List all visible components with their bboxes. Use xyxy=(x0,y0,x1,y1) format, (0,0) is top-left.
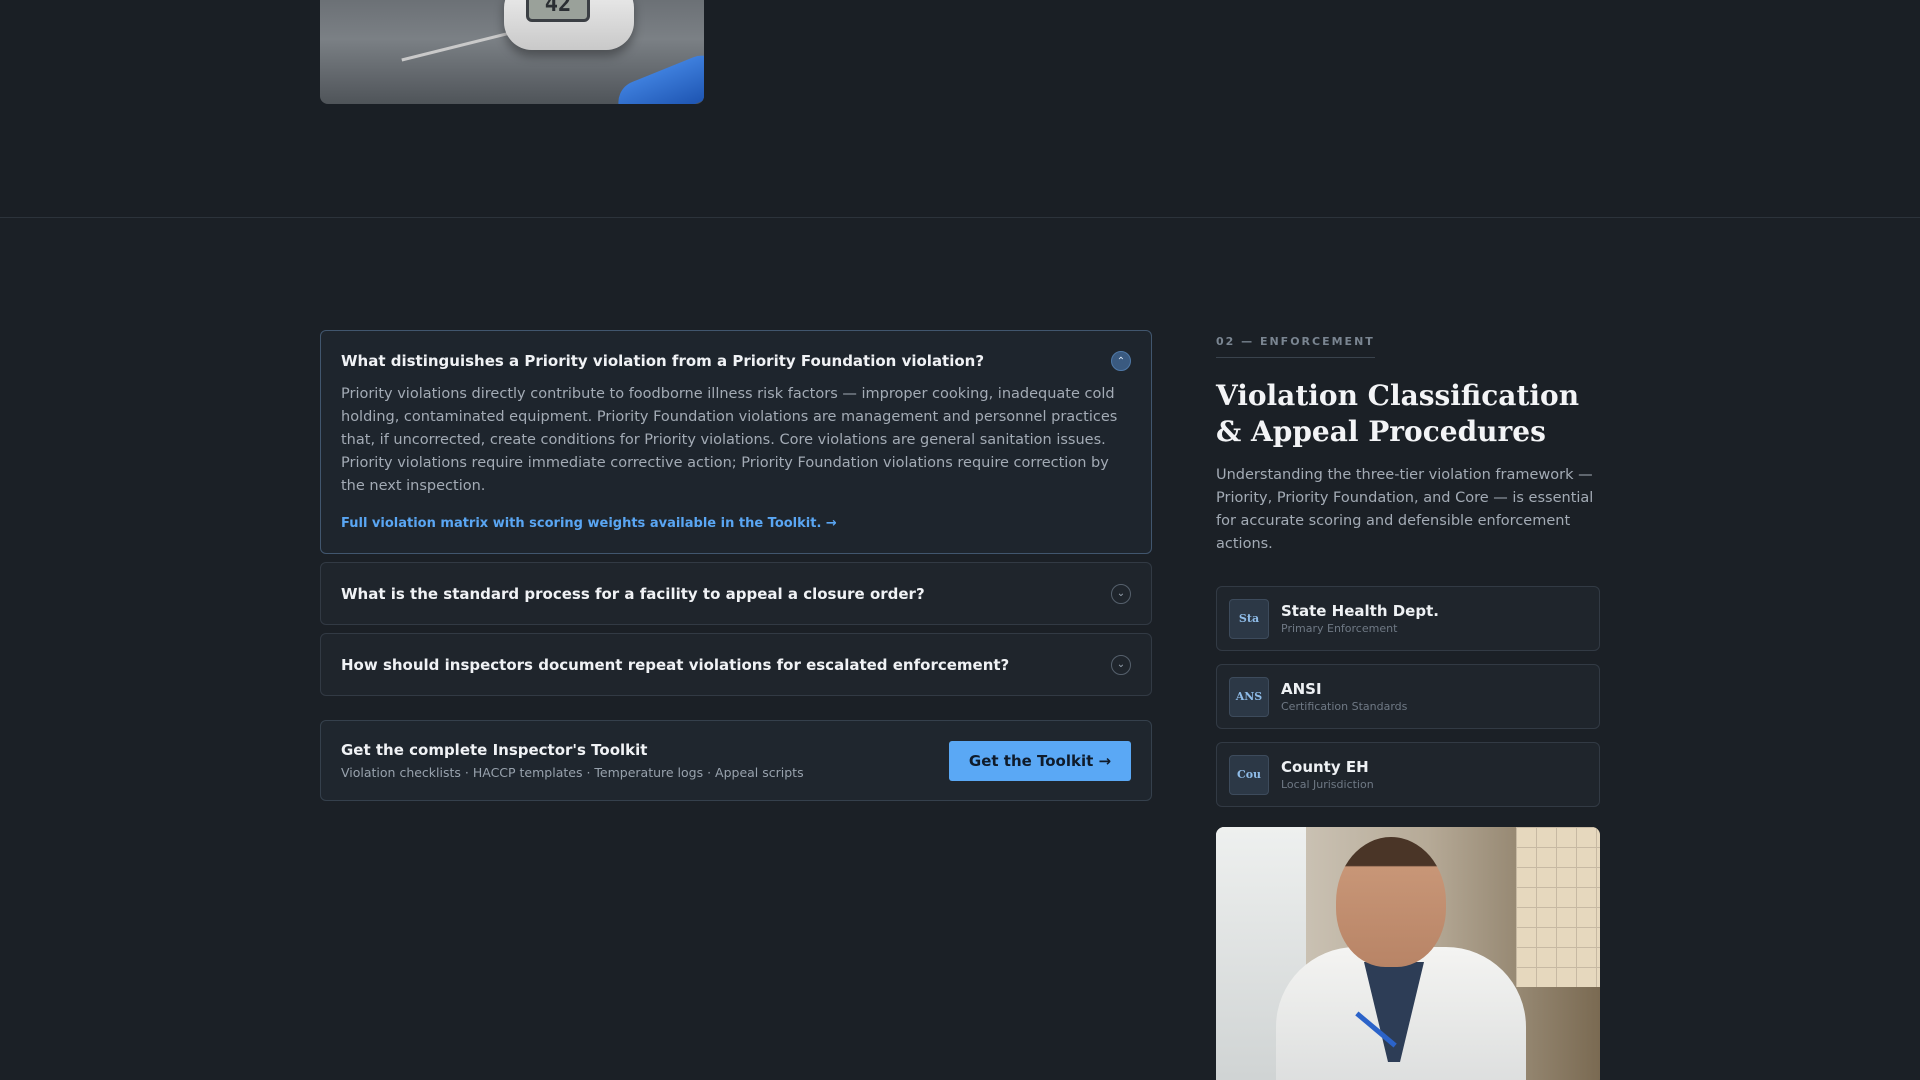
agency-name: State Health Dept. xyxy=(1281,602,1439,620)
agency-list: Sta State Health Dept. Primary Enforceme… xyxy=(1216,586,1600,807)
faq-question-toggle[interactable]: What is the standard process for a facil… xyxy=(341,563,1131,624)
agency-name: ANSI xyxy=(1281,680,1322,698)
faq-item-priority: What distinguishes a Priority violation … xyxy=(320,330,1152,554)
get-toolkit-button[interactable]: Get the Toolkit → xyxy=(949,740,1131,781)
agency-role: Certification Standards xyxy=(1281,700,1408,713)
agency-badge: Cou xyxy=(1229,754,1269,795)
faq-question-toggle[interactable]: What distinguishes a Priority violation … xyxy=(341,331,1131,391)
section-kicker: 02 — ENFORCEMENT xyxy=(1216,335,1375,358)
thermometer-display: 42 xyxy=(526,0,590,22)
faq-question: What is the standard process for a facil… xyxy=(341,584,925,603)
photo-tiles xyxy=(1516,827,1600,987)
toolkit-link[interactable]: Full violation matrix with scoring weigh… xyxy=(341,516,1131,553)
thermometer-device: 42 xyxy=(504,0,634,50)
cta-title: Get the complete Inspector's Toolkit xyxy=(341,741,648,759)
faq-question: How should inspectors document repeat vi… xyxy=(341,655,1010,674)
agency-badge: ANS xyxy=(1229,676,1269,717)
faq-answer: Priority violations directly contribute … xyxy=(341,386,1118,494)
section-title: Violation Classification & Appeal Proced… xyxy=(1216,379,1580,448)
photo-inspector-head xyxy=(1336,837,1446,967)
chevron-down-icon[interactable]: ⌄ xyxy=(1111,654,1131,675)
toolkit-cta: Get the complete Inspector's Toolkit Vio… xyxy=(320,720,1152,801)
faq-question: What distinguishes a Priority violation … xyxy=(341,352,985,370)
faq-list: What distinguishes a Priority violation … xyxy=(320,330,1152,801)
cta-text: Get the complete Inspector's Toolkit Vio… xyxy=(341,741,804,780)
faq-item-appeal: What is the standard process for a facil… xyxy=(320,562,1152,625)
gloved-hand xyxy=(611,48,704,104)
thermometer-probe xyxy=(401,29,519,62)
chevron-up-icon[interactable]: ⌃ xyxy=(1111,351,1131,371)
agency-card-ansi[interactable]: ANS ANSI Certification Standards xyxy=(1216,664,1600,729)
agency-badge: Sta xyxy=(1229,598,1269,639)
agency-card-county[interactable]: Cou County EH Local Jurisdiction xyxy=(1216,742,1600,807)
faq-item-repeat: How should inspectors document repeat vi… xyxy=(320,633,1152,696)
section-description: Understanding the three-tier violation f… xyxy=(1216,467,1594,552)
inspector-photo xyxy=(1216,827,1600,1080)
agency-role: Primary Enforcement xyxy=(1281,622,1398,635)
agency-card-state[interactable]: Sta State Health Dept. Primary Enforceme… xyxy=(1216,586,1600,651)
top-section: 42 xyxy=(0,0,1920,218)
enforcement-sidebar: 02 — ENFORCEMENT Violation Classificatio… xyxy=(1216,330,1600,1080)
faq-question-toggle[interactable]: How should inspectors document repeat vi… xyxy=(341,634,1131,695)
agency-role: Local Jurisdiction xyxy=(1281,778,1374,791)
agency-name: County EH xyxy=(1281,758,1369,776)
chevron-down-icon[interactable]: ⌄ xyxy=(1111,583,1131,604)
cta-subtitle: Violation checklists · HACCP templates ·… xyxy=(341,765,804,780)
thermometer-photo: 42 xyxy=(320,0,704,104)
